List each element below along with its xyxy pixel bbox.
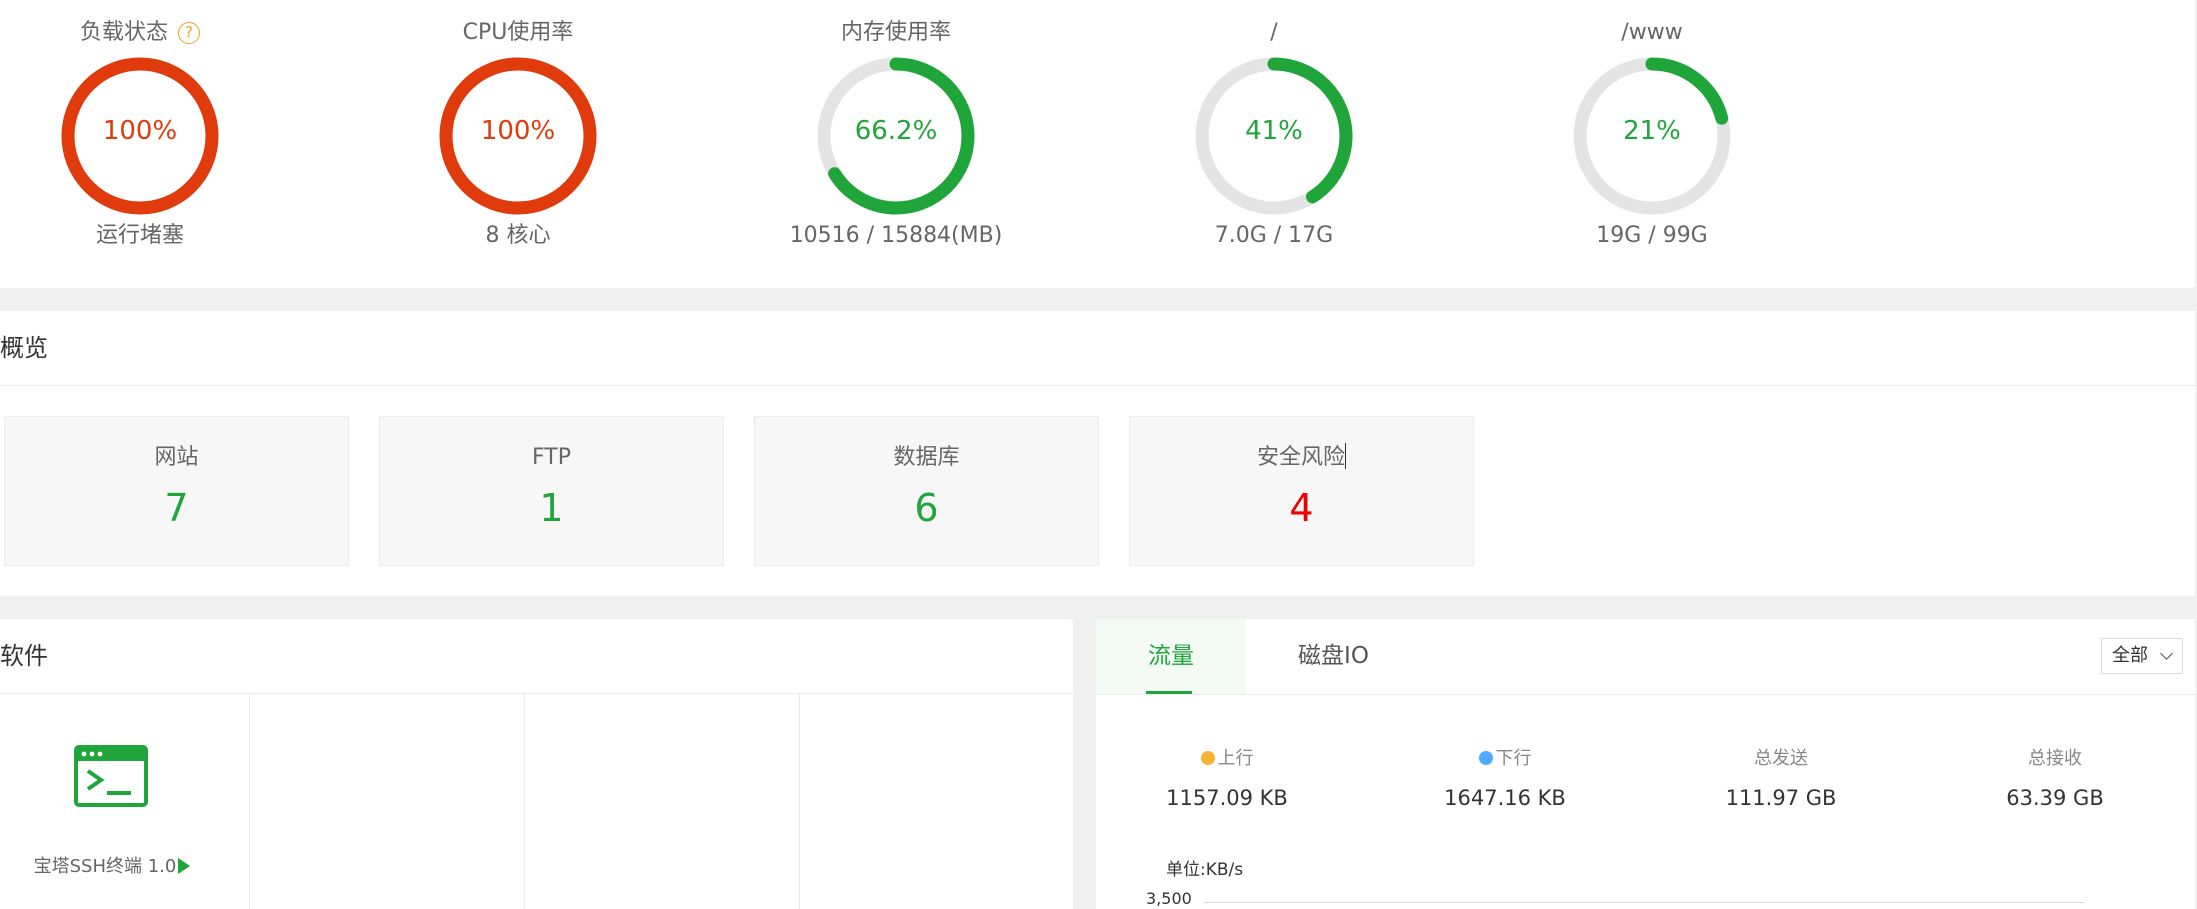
cpu-gauge[interactable]: CPU使用率 100% 8 核心 [348,0,688,288]
stat-total-received: 总接收 63.39 GB [1925,746,2185,812]
cpu-cores-text: 8 核心 [485,223,551,248]
status-panel: 负载状态? 100% 运行堵塞 CPU使用率 100% 8 核心 内存使用率 6… [0,0,2195,288]
software-panel: 软件 宝塔SSH终端 1.0 [0,619,1073,909]
disk-root-title: / [1270,20,1278,45]
overview-card-ftp[interactable]: FTP 1 [379,416,724,566]
overview-card-label: 安全风险 [1256,443,1346,470]
overview-card-label: 数据库 [893,445,960,470]
stat-label: 下行 [1495,748,1532,769]
memory-value: 66.2% [854,116,938,146]
overview-card-count: 1 [539,486,564,530]
disk-root-gauge[interactable]: / 41% 7.0G / 17G [1104,0,1444,288]
stat-value: 63.39 GB [2006,786,2104,810]
chart-grid-line [1204,902,2085,903]
tab-disk-io[interactable]: 磁盘IO [1281,619,1386,694]
chart-unit-label: 单位:KB/s [1166,860,1244,880]
stat-total-sent: 总发送 111.97 GB [1651,746,1911,812]
load-value: 100% [102,116,178,146]
stat-upstream: 上行 1157.09 KB [1097,746,1357,812]
column-divider [249,694,250,909]
memory-title: 内存使用率 [840,20,951,45]
divider [0,385,2195,386]
stat-value: 1647.16 KB [1444,786,1566,810]
stat-label: 总接收 [2028,748,2082,769]
overview-panel: 概览 网站 7 FTP 1 数据库 6 安全风险 4 [0,311,2195,596]
disk-root-usage-text: 7.0G / 17G [1214,223,1334,248]
traffic-panel: 流量 磁盘IO 全部 上行 1157.09 KB 下行 1647.16 KB 总… [1096,619,2195,909]
upstream-dot-icon [1200,751,1215,765]
column-divider [524,694,525,909]
disk-www-usage-text: 19G / 99G [1596,223,1708,248]
overview-card-databases[interactable]: 数据库 6 [754,416,1099,566]
disk-www-gauge[interactable]: /www 21% 19G / 99G [1482,0,1822,288]
load-gauge[interactable]: 负载状态? 100% 运行堵塞 [0,0,310,288]
stat-downstream: 下行 1647.16 KB [1375,746,1635,812]
cpu-value: 100% [480,116,556,146]
tab-traffic[interactable]: 流量 [1096,619,1246,694]
overview-title: 概览 [0,334,48,362]
play-icon[interactable] [178,858,191,874]
scope-select[interactable]: 全部 [2101,638,2183,674]
disk-www-value: 21% [1623,116,1681,146]
overview-card-label: FTP [532,445,571,470]
software-item-label: 宝塔SSH终端 1.0 [0,854,224,880]
terminal-icon [74,745,148,807]
load-status-text: 运行堵塞 [95,223,184,248]
chevron-down-icon [2160,647,2173,660]
overview-card-count: 4 [1289,486,1314,530]
divider [1096,694,2195,695]
software-title: 软件 [0,642,48,670]
disk-www-title: /www [1621,20,1683,45]
stat-label: 上行 [1217,748,1254,769]
overview-card-label: 网站 [154,445,199,470]
memory-gauge[interactable]: 内存使用率 66.2% 10516 / 15884(MB) [726,0,1066,288]
chart-y-tick: 3,500 [1146,889,1192,908]
downstream-dot-icon [1478,751,1493,765]
help-icon[interactable]: ? [178,22,200,44]
overview-card-count: 6 [914,486,939,530]
software-item-ssh-terminal[interactable]: 宝塔SSH终端 1.0 [0,694,224,909]
load-title: 负载状态? [0,18,310,48]
stat-value: 111.97 GB [1725,786,1837,810]
overview-card-security-risk[interactable]: 安全风险 4 [1129,416,1474,566]
overview-card-websites[interactable]: 网站 7 [4,416,349,566]
memory-usage-text: 10516 / 15884(MB) [789,223,1003,248]
stat-value: 1157.09 KB [1166,786,1288,810]
cpu-title: CPU使用率 [462,20,574,45]
overview-card-count: 7 [164,486,189,530]
text-caret [1345,443,1346,469]
stat-label: 总发送 [1754,748,1808,769]
column-divider [799,694,800,909]
disk-root-value: 41% [1245,116,1303,146]
